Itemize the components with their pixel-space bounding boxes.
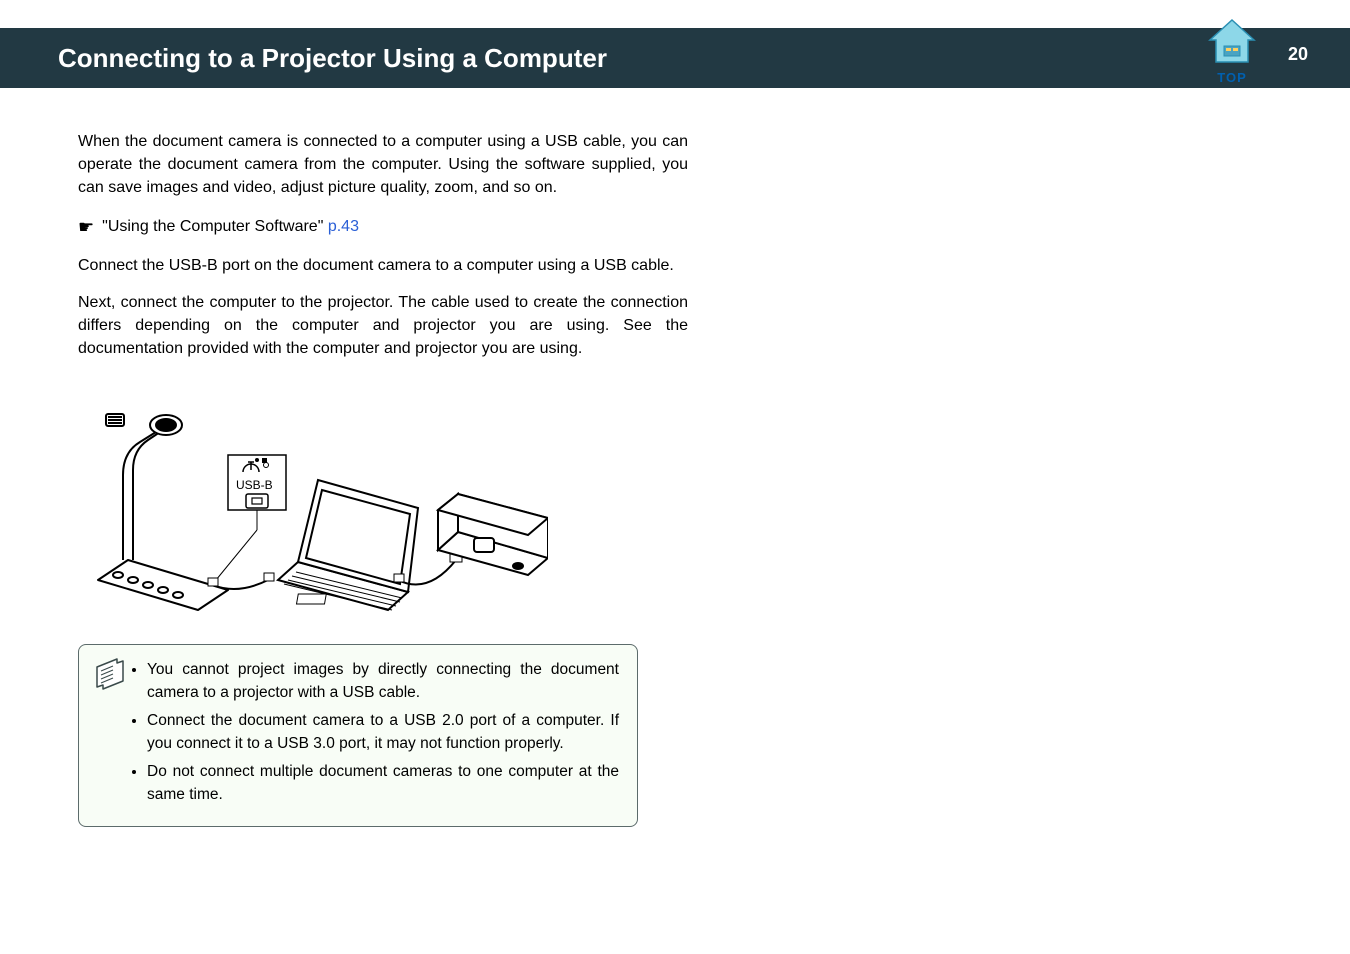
content-column: When the document camera is connected to… — [78, 130, 688, 827]
top-link[interactable]: TOP — [1204, 16, 1260, 94]
page-number: 20 — [1288, 44, 1308, 65]
paragraph-projector: Next, connect the computer to the projec… — [78, 291, 688, 361]
note-item: You cannot project images by directly co… — [147, 659, 619, 704]
note-item: Do not connect multiple document cameras… — [147, 761, 619, 806]
top-label: TOP — [1204, 70, 1260, 85]
usb-b-label: USB-B — [236, 478, 273, 492]
paragraph-usb: Connect the USB-B port on the document c… — [78, 254, 688, 277]
cross-reference[interactable]: ☛ "Using the Computer Software" p.43 — [78, 214, 688, 240]
note-box: You cannot project images by directly co… — [78, 644, 638, 827]
note-item: Connect the document camera to a USB 2.0… — [147, 710, 619, 755]
home-top-icon — [1206, 16, 1258, 68]
note-icon — [93, 657, 127, 691]
pointer-icon: ☛ — [78, 214, 94, 240]
page-title: Connecting to a Projector Using a Comput… — [58, 43, 607, 74]
xref-link[interactable]: p.43 — [328, 218, 359, 235]
paragraph-intro: When the document camera is connected to… — [78, 130, 688, 200]
xref-text: "Using the Computer Software" — [102, 218, 328, 235]
connection-diagram: USB-B — [78, 380, 548, 620]
page-header: Connecting to a Projector Using a Comput… — [0, 28, 1350, 88]
